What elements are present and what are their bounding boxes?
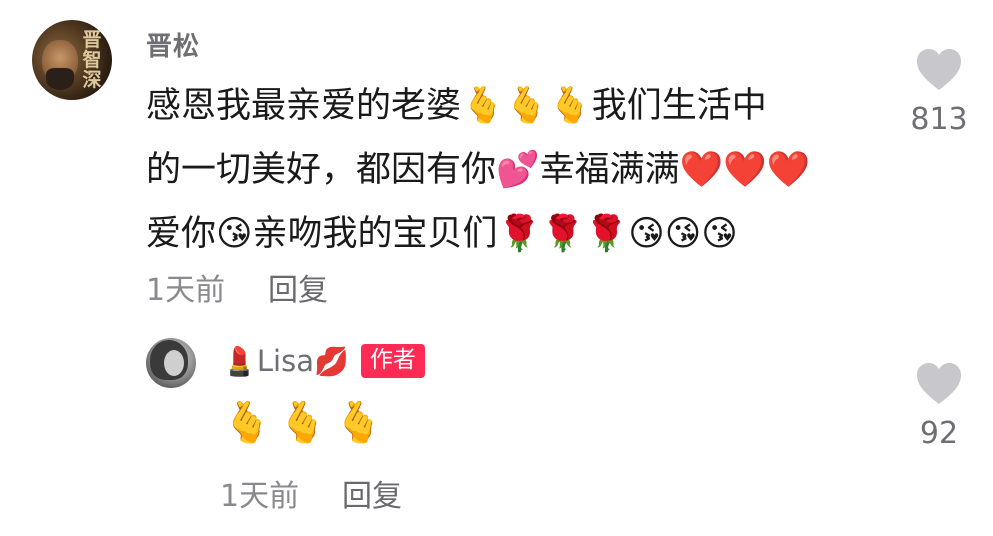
comment-like-button[interactable]: 813 (899, 48, 979, 137)
avatar-beard (46, 68, 74, 90)
comment-text: 感恩我最亲爱的老婆🫰🫰🫰我们生活中 的一切美好，都因有你💕幸福满满❤️❤️❤️ … (146, 74, 886, 266)
reply-avatar[interactable] (146, 338, 196, 388)
reply-like-count: 92 (919, 416, 959, 451)
comment-text-line-1: 感恩我最亲爱的老婆🫰🫰🫰我们生活中 (146, 86, 767, 126)
comment-text-line-2: 的一切美好，都因有你💕幸福满满❤️❤️❤️ (146, 150, 811, 190)
reply-like-button[interactable]: 92 (899, 362, 979, 451)
comment-like-count: 813 (910, 102, 968, 137)
heart-icon[interactable] (915, 48, 963, 92)
lipstick-icon: 💄 (222, 344, 257, 378)
reply-username-row[interactable]: 💄 Lisa 💋 作者 (222, 344, 425, 378)
reply-avatar-face (164, 350, 184, 376)
reply-reply-button[interactable]: 回复 (342, 471, 402, 515)
heart-icon[interactable] (915, 362, 963, 406)
comment-timestamp: 1天前 (146, 273, 226, 308)
reply-timestamp: 1天前 (220, 479, 300, 514)
avatar-calligraphy: 晋智深 (82, 29, 102, 91)
reply-username[interactable]: Lisa (257, 344, 314, 378)
kiss-mark-icon: 💋 (313, 344, 349, 378)
comment-reply-button[interactable]: 回复 (268, 265, 328, 309)
reply-text: 🫰🫰🫰 (222, 400, 390, 446)
comment-username[interactable]: 晋松 (146, 26, 200, 63)
comment-avatar[interactable]: 晋智深 (32, 20, 112, 100)
author-badge: 作者 (360, 344, 425, 378)
comment-text-line-3: 爱你😘亲吻我的宝贝们🌹🌹🌹😘😘😘 (146, 214, 738, 254)
